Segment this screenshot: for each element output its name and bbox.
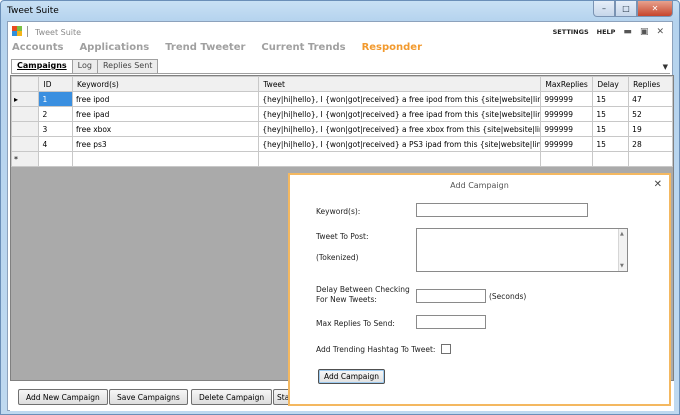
- cell-tweet[interactable]: {hey|hi|hello}, I {won|got|received} a P…: [258, 136, 542, 152]
- table-header-row: ID Keyword(s) Tweet MaxReplies Delay Rep…: [10, 76, 673, 92]
- help-link[interactable]: HELP: [597, 28, 616, 36]
- cell-replies[interactable]: 28: [628, 136, 673, 152]
- keywords-input[interactable]: [416, 203, 588, 217]
- cell-tweet[interactable]: {hey|hi|hello}, I {won|got|received} a f…: [258, 121, 542, 137]
- settings-link[interactable]: SETTINGS: [553, 28, 589, 36]
- cell-max-replies[interactable]: [540, 151, 594, 167]
- cell-replies[interactable]: 47: [628, 91, 673, 107]
- cell-id[interactable]: 4: [38, 136, 74, 152]
- cell-replies[interactable]: 52: [628, 106, 673, 122]
- new-row-asterisk-icon: *: [10, 151, 40, 167]
- cell-keyword[interactable]: free ps3: [72, 136, 260, 152]
- delay-input[interactable]: [416, 289, 486, 303]
- titlebar-divider: [27, 26, 28, 37]
- table-row[interactable]: 4 free ps3 {hey|hi|hello}, I {won|got|re…: [10, 136, 673, 152]
- cell-delay[interactable]: 15: [592, 121, 630, 137]
- tab-strip: Campaigns Log Replies Sent: [11, 59, 159, 73]
- app-close-icon[interactable]: ✕: [656, 27, 664, 37]
- table-row[interactable]: ▸ 1 free ipod {hey|hi|hello}, I {won|got…: [10, 91, 673, 107]
- tab-dropdown-icon[interactable]: ▼: [663, 63, 668, 71]
- cell-id[interactable]: 2: [38, 106, 74, 122]
- cell-delay[interactable]: 15: [592, 136, 630, 152]
- menu-responder[interactable]: Responder: [362, 42, 422, 53]
- cell-tweet[interactable]: {hey|hi|hello}, I {won|got|received} a f…: [258, 106, 542, 122]
- tab-campaigns[interactable]: Campaigns: [11, 59, 73, 73]
- cell-tweet[interactable]: [258, 151, 542, 167]
- row-header-corner: [10, 76, 40, 92]
- dialog-title: Add Campaign: [450, 181, 509, 190]
- row-header: [10, 106, 40, 122]
- cell-keyword[interactable]: free ipad: [72, 106, 260, 122]
- tweet-label: Tweet To Post:: [316, 232, 369, 241]
- tab-divider: [11, 73, 670, 74]
- cell-tweet[interactable]: {hey|hi|hello}, I {won|got|received} a f…: [258, 91, 542, 107]
- menu-trend-tweeter[interactable]: Trend Tweeter: [165, 42, 245, 53]
- cell-delay[interactable]: [592, 151, 630, 167]
- delete-campaign-button[interactable]: Delete Campaign: [191, 389, 273, 405]
- dialog-close-icon[interactable]: ✕: [654, 179, 662, 190]
- column-header-replies[interactable]: Replies: [628, 76, 673, 92]
- row-header: [10, 136, 40, 152]
- app-minimize-icon[interactable]: ▬: [623, 27, 632, 37]
- tab-replies-sent[interactable]: Replies Sent: [96, 59, 159, 73]
- cell-replies[interactable]: [628, 151, 673, 167]
- app-maximize-icon[interactable]: ▣: [640, 27, 649, 37]
- cell-max-replies[interactable]: 999999: [540, 121, 594, 137]
- delay-label-line1: Delay Between Checking: [316, 285, 410, 294]
- cell-max-replies[interactable]: 999999: [540, 91, 594, 107]
- cell-max-replies[interactable]: 999999: [540, 106, 594, 122]
- menu-current-trends[interactable]: Current Trends: [261, 42, 345, 53]
- keywords-label: Keyword(s):: [316, 207, 361, 216]
- column-header-id[interactable]: ID: [38, 76, 74, 92]
- save-campaigns-button[interactable]: Save Campaigns: [109, 389, 188, 405]
- main-menu: Accounts Applications Trend Tweeter Curr…: [12, 42, 422, 53]
- column-header-delay[interactable]: Delay: [592, 76, 630, 92]
- table-row[interactable]: 2 free ipad {hey|hi|hello}, I {won|got|r…: [10, 106, 673, 122]
- cell-keyword[interactable]: free xbox: [72, 121, 260, 137]
- cell-keyword[interactable]: [72, 151, 260, 167]
- tweet-textarea[interactable]: ▲ ▼: [416, 228, 628, 272]
- scroll-down-icon[interactable]: ▼: [620, 263, 624, 269]
- scroll-up-icon[interactable]: ▲: [620, 231, 624, 237]
- minimize-button[interactable]: –: [593, 1, 615, 17]
- cell-id[interactable]: 1: [38, 91, 74, 107]
- add-campaign-dialog: Add Campaign ✕ Keyword(s): Tweet To Post…: [288, 173, 671, 406]
- cell-replies[interactable]: 19: [628, 121, 673, 137]
- cell-id[interactable]: 3: [38, 121, 74, 137]
- menu-applications[interactable]: Applications: [79, 42, 149, 53]
- hashtag-label: Add Trending Hashtag To Tweet:: [316, 345, 436, 354]
- maximize-button[interactable]: □: [615, 1, 637, 17]
- cell-max-replies[interactable]: 999999: [540, 136, 594, 152]
- app-actions: SETTINGS HELP ▬ ▣ ✕: [553, 27, 664, 37]
- cell-delay[interactable]: 15: [592, 91, 630, 107]
- row-header: [10, 121, 40, 137]
- add-campaign-submit-button[interactable]: Add Campaign: [318, 369, 385, 384]
- table-row[interactable]: 3 free xbox {hey|hi|hello}, I {won|got|r…: [10, 121, 673, 137]
- close-button[interactable]: ✕: [637, 1, 673, 17]
- hashtag-checkbox[interactable]: [441, 344, 451, 354]
- new-row[interactable]: *: [10, 151, 673, 167]
- max-replies-input[interactable]: [416, 315, 486, 329]
- campaign-table: ID Keyword(s) Tweet MaxReplies Delay Rep…: [10, 76, 673, 167]
- column-header-keywords[interactable]: Keyword(s): [72, 76, 260, 92]
- tweet-scrollbar[interactable]: ▲ ▼: [618, 229, 627, 271]
- add-new-campaign-button[interactable]: Add New Campaign: [18, 389, 108, 405]
- tab-log[interactable]: Log: [71, 59, 98, 73]
- delay-label-line2: For New Tweets:: [316, 295, 377, 304]
- os-window-controls: – □ ✕: [593, 1, 673, 17]
- tokenized-label: (Tokenized): [316, 253, 359, 262]
- max-replies-label: Max Replies To Send:: [316, 319, 395, 328]
- cell-delay[interactable]: 15: [592, 106, 630, 122]
- app-logo-icon: [12, 26, 22, 36]
- app-title: Tweet Suite: [35, 28, 82, 37]
- current-row-marker-icon: ▸: [10, 91, 40, 107]
- app-titlebar: Tweet Suite SETTINGS HELP ▬ ▣ ✕: [8, 22, 672, 42]
- menu-accounts[interactable]: Accounts: [12, 42, 63, 53]
- column-header-tweet[interactable]: Tweet: [258, 76, 542, 92]
- cell-keyword[interactable]: free ipod: [72, 91, 260, 107]
- column-header-max-replies[interactable]: MaxReplies: [540, 76, 594, 92]
- os-window-title: Tweet Suite: [7, 6, 59, 16]
- cell-id[interactable]: [38, 151, 74, 167]
- seconds-label: (Seconds): [489, 292, 527, 301]
